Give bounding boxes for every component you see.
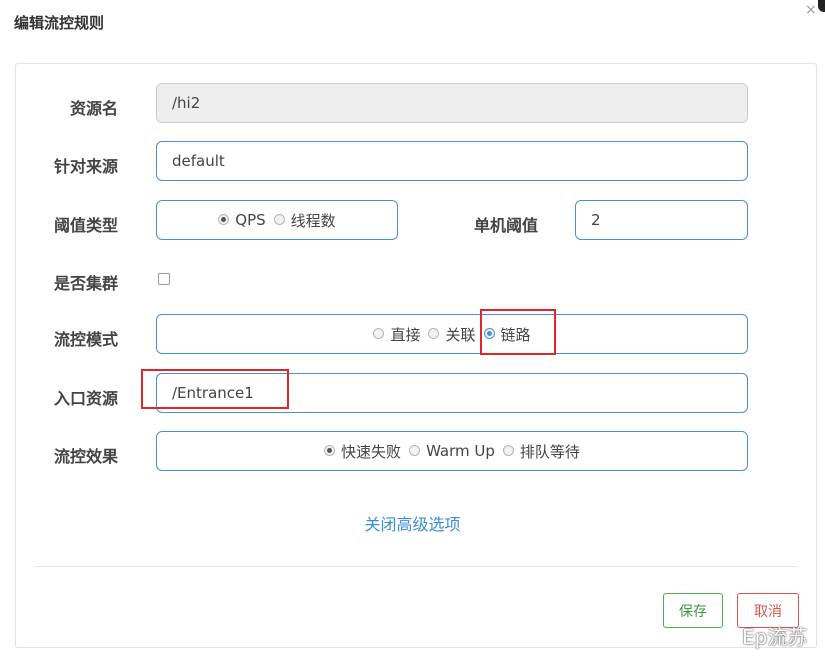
radio-unchecked-icon	[373, 327, 385, 339]
threshold-value: 2	[591, 211, 601, 229]
threshold-input[interactable]: 2	[575, 200, 748, 240]
behavior-label: 流控效果	[53, 447, 118, 466]
strategy-direct-option[interactable]: 直接	[373, 324, 420, 345]
threshold-type-thread-label: 线程数	[290, 211, 336, 230]
radio-checked-icon	[218, 213, 230, 225]
behavior-queue-option[interactable]: 排队等待	[502, 441, 580, 462]
strategy-group: 直接 关联 链路	[156, 314, 748, 354]
toggle-advanced-link[interactable]: 关闭高级选项	[0, 511, 825, 535]
strategy-relate-option[interactable]: 关联	[428, 324, 476, 345]
resource-label: 资源名	[69, 99, 118, 118]
cluster-label: 是否集群	[53, 274, 118, 293]
threshold-type-qps-label: QPS	[235, 211, 266, 229]
threshold-type-group: QPS 线程数	[156, 200, 398, 240]
strategy-label: 流控模式	[53, 330, 118, 349]
threshold-type-label: 阈值类型	[53, 216, 118, 235]
behavior-warm-up-label: Warm Up	[426, 442, 495, 460]
close-notch	[818, 0, 825, 12]
radio-unchecked-icon	[428, 327, 440, 339]
behavior-warm-up-option[interactable]: Warm Up	[409, 442, 495, 460]
behavior-group: 快速失败 Warm Up 排队等待	[156, 431, 748, 471]
strategy-relate-label: 关联	[445, 325, 476, 344]
resource-input: /hi2	[156, 83, 748, 123]
strategy-direct-label: 直接	[390, 325, 421, 344]
cluster-checkbox[interactable]	[158, 273, 170, 285]
threshold-type-qps-option[interactable]: QPS	[218, 211, 266, 229]
resource-value: /hi2	[172, 94, 201, 112]
close-icon[interactable]: ×	[805, 2, 817, 18]
limit-app-label: 针对来源	[53, 157, 118, 176]
threshold-label: 单机阈值	[473, 216, 538, 235]
limit-app-input[interactable]: default	[156, 141, 748, 181]
radio-unchecked-icon	[273, 213, 285, 225]
limit-app-value: default	[172, 152, 225, 170]
ref-resource-label: 入口资源	[53, 389, 118, 408]
behavior-fast-fail-label: 快速失败	[341, 442, 402, 461]
watermark: Ep流苏	[742, 625, 808, 649]
radio-checked-icon	[324, 444, 336, 456]
footer-divider	[35, 566, 797, 567]
radio-unchecked-icon	[409, 444, 421, 456]
behavior-fast-fail-option[interactable]: 快速失败	[324, 441, 401, 462]
dialog-title: 编辑流控规则	[14, 14, 105, 32]
threshold-type-thread-option[interactable]: 线程数	[273, 210, 336, 231]
save-button[interactable]: 保存	[663, 593, 723, 628]
chain-highlight-box	[480, 309, 556, 355]
radio-unchecked-icon	[502, 444, 514, 456]
entrance-highlight-box	[141, 369, 289, 409]
behavior-queue-label: 排队等待	[519, 442, 580, 461]
